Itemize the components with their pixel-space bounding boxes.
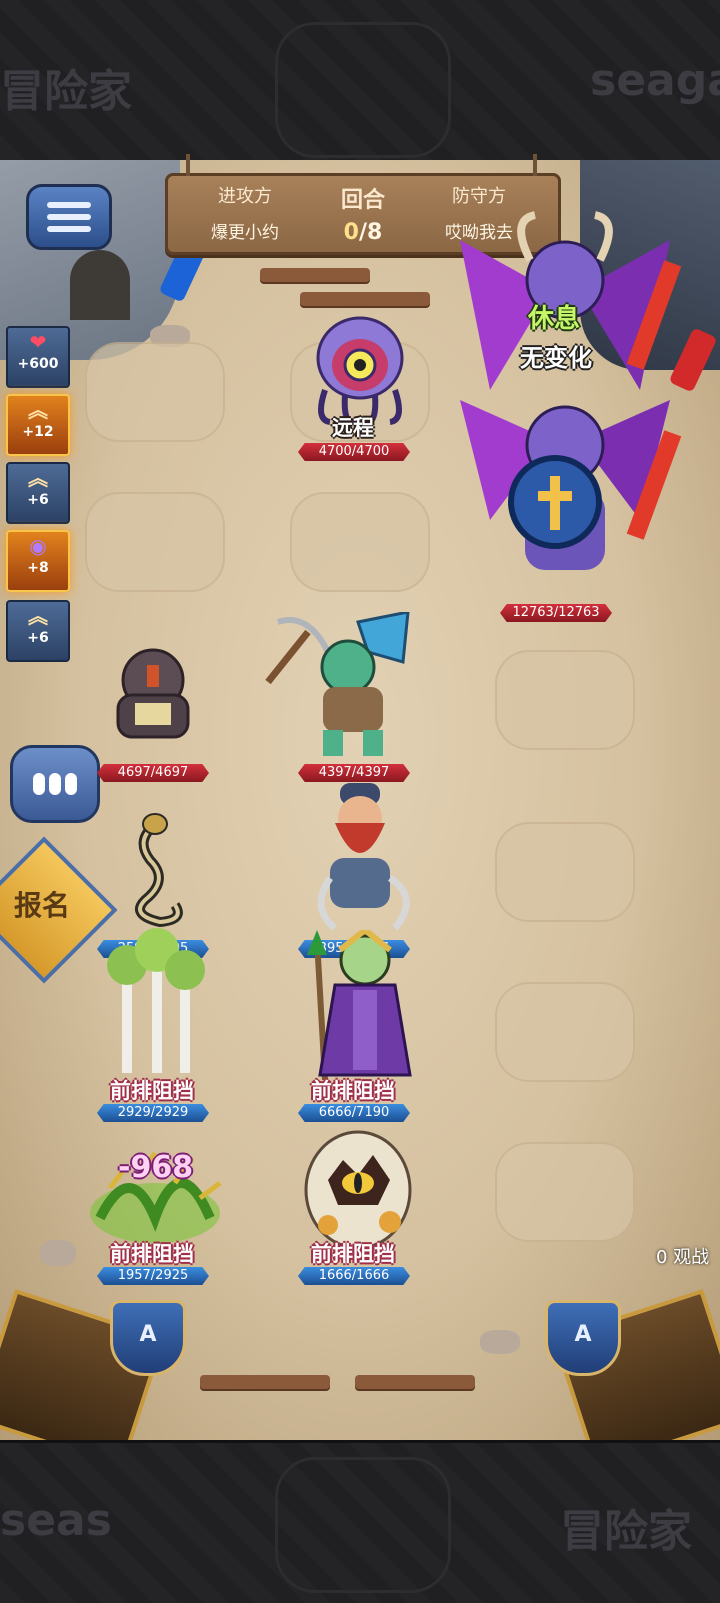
signup-label[interactable]: 报名 (0, 884, 84, 924)
unit-role-tag: 前排阻挡 (110, 1242, 194, 1266)
rock-decor (480, 1330, 520, 1354)
board-slot[interactable] (495, 650, 635, 750)
demon-boss-sprite[interactable] (430, 200, 700, 600)
buff-value: +6 (27, 492, 49, 508)
birch-trees-sprite[interactable] (100, 925, 210, 1075)
board-slot[interactable] (85, 342, 225, 442)
attacker-label: 进攻方 (218, 186, 272, 207)
emblem-bottom (275, 1457, 451, 1593)
watermark-top-right: seaga (590, 55, 720, 106)
dragon-egg-sprite[interactable] (298, 1120, 418, 1250)
bottom-banner: seas 冒险家 (0, 1440, 720, 1603)
board-slot[interactable] (290, 492, 430, 592)
buff-hp[interactable]: ❤ +600 (6, 326, 70, 388)
round-info: 回合 0/8 (308, 182, 418, 245)
menu-bar-icon (47, 214, 91, 220)
buff-value: +6 (27, 630, 49, 646)
chat-dot-icon (49, 773, 61, 795)
plank-decor (355, 1375, 475, 1389)
round-total: /8 (358, 220, 383, 245)
status-no-change: 无变化 (520, 344, 592, 372)
round-current: 0 (343, 220, 359, 245)
castle-gate-decor (70, 250, 130, 320)
spectator-count[interactable]: 0 观战 (656, 1243, 709, 1269)
chat-dot-icon (65, 773, 77, 795)
chevron-up-icon: ︽ (28, 466, 48, 490)
round-counter: 0/8 (308, 220, 418, 245)
unit-role-tag: 前排阻挡 (110, 1079, 194, 1103)
hp-bar: 12763/12763 (500, 604, 612, 622)
heart-icon: ❤ (29, 330, 47, 354)
attacker-name: 爆更小约 (211, 223, 279, 243)
hp-bar: 1957/2925 (97, 1267, 209, 1285)
magic-orb-icon: ◉ (29, 534, 47, 558)
menu-bar-icon (47, 202, 91, 208)
hp-bar: 4697/4697 (97, 764, 209, 782)
hp-bar: 4700/4700 (298, 443, 410, 461)
plank-decor (200, 1375, 330, 1389)
sign-rope (186, 154, 190, 176)
status-rest: 休息 (528, 304, 581, 334)
top-banner: 冒险家 seaga (0, 0, 720, 163)
buff-rank[interactable]: ︽ +6 (6, 600, 70, 662)
plank-decor (260, 268, 370, 282)
damage-number: -968 (118, 1150, 194, 1185)
skeleton-mage-sprite[interactable] (295, 930, 425, 1080)
watermark-bottom-right: 冒险家 (560, 1506, 692, 1557)
buff-value: +600 (17, 356, 59, 372)
goblin-miner-sprite[interactable] (258, 612, 428, 762)
chat-button[interactable] (10, 745, 100, 823)
board-slot[interactable] (495, 1142, 635, 1242)
buff-rank[interactable]: ︽ +12 (6, 394, 70, 456)
emblem-top (275, 22, 451, 158)
chevron-up-icon: ︽ (28, 398, 48, 422)
watermark-top-left: 冒险家 (0, 66, 132, 117)
chevron-up-icon: ︽ (28, 604, 48, 628)
watermark-bottom-left: seas (0, 1495, 112, 1546)
thorn-bush-sprite[interactable] (80, 1128, 230, 1248)
right-corner-shield: A (545, 1300, 621, 1376)
rock-decor (40, 1240, 76, 1266)
chat-dot-icon (33, 773, 45, 795)
rock-golem-sprite[interactable] (103, 645, 203, 750)
buff-value: +8 (27, 560, 49, 576)
unit-role-tag: 远程 (332, 416, 374, 440)
buff-value: +12 (22, 424, 54, 440)
attacker-info: 进攻方 爆更小约 (190, 182, 300, 243)
board-slot[interactable] (495, 982, 635, 1082)
hp-bar: 1666/1666 (298, 1267, 410, 1285)
hp-bar: 2929/2929 (97, 1104, 209, 1122)
buff-rank[interactable]: ︽ +6 (6, 462, 70, 524)
unit-role-tag: 前排阻挡 (311, 1242, 395, 1266)
dwarf-warrior-sprite[interactable] (295, 778, 425, 938)
board-slot[interactable] (495, 822, 635, 922)
board-slot[interactable] (85, 492, 225, 592)
left-corner-shield: A (110, 1300, 186, 1376)
menu-button[interactable] (26, 184, 112, 250)
unit-role-tag: 前排阻挡 (311, 1079, 395, 1103)
round-label: 回合 (340, 188, 385, 213)
plank-decor (300, 292, 430, 306)
cobra-sprite[interactable] (115, 810, 195, 930)
menu-bar-icon (47, 226, 91, 232)
sign-rope (533, 154, 537, 176)
buff-magic[interactable]: ◉ +8 (6, 530, 70, 592)
